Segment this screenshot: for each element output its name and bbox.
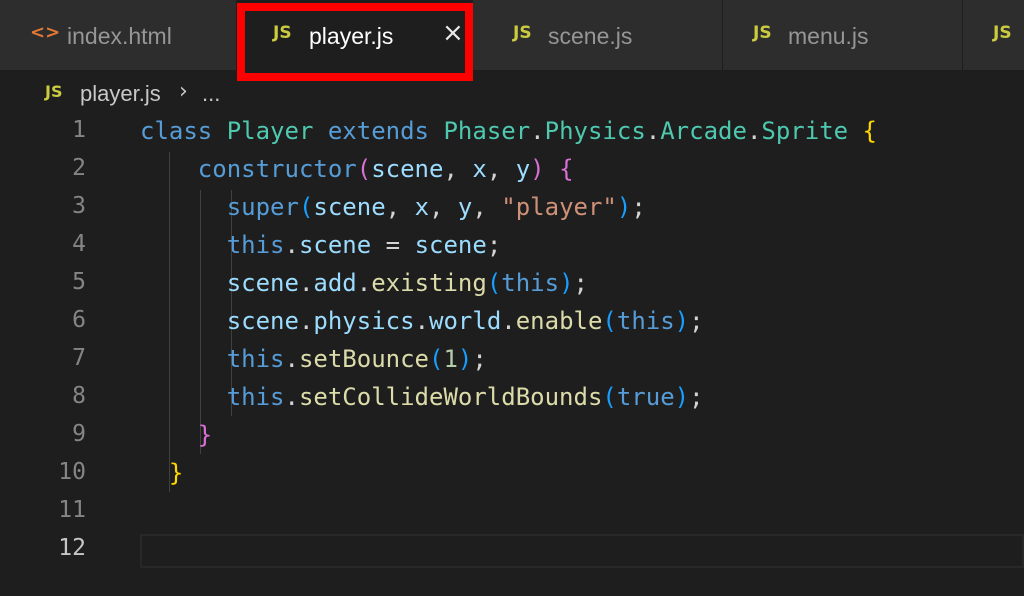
code-text: this.scene = scene; bbox=[226, 231, 502, 259]
html-file-icon: <> bbox=[30, 22, 61, 43]
line-number: 1 bbox=[72, 117, 86, 143]
line-number: 11 bbox=[58, 497, 86, 523]
code-text: scene.add.existing(this); bbox=[226, 269, 588, 297]
tab-label: scene.js bbox=[548, 23, 633, 49]
code-text: } bbox=[168, 459, 184, 487]
breadcrumb-file[interactable]: player.js bbox=[80, 81, 161, 107]
code-line: 10 } bbox=[0, 456, 1024, 494]
line-number: 9 bbox=[72, 421, 86, 447]
line-number: 3 bbox=[72, 193, 86, 219]
code-text: this.setBounce(1); bbox=[226, 345, 487, 373]
tab-label: player.js bbox=[309, 23, 394, 49]
close-icon[interactable]: × bbox=[442, 18, 464, 48]
code-line: 1 class Player extends Phaser.Physics.Ar… bbox=[0, 114, 1024, 152]
js-file-icon: JS bbox=[45, 82, 63, 101]
code-editor: <> index.html JS player.js × JS scene.js… bbox=[0, 0, 1024, 596]
code-line: 11 bbox=[0, 494, 1024, 532]
line-number-current: 12 bbox=[58, 535, 86, 561]
breadcrumb: JS player.js › ... bbox=[0, 74, 1024, 114]
code-text: scene.physics.world.enable(this); bbox=[226, 307, 704, 335]
js-file-icon: JS bbox=[513, 23, 532, 43]
code-text: constructor(scene, x, y) { bbox=[197, 155, 574, 183]
tab-bar: <> index.html JS player.js × JS scene.js… bbox=[0, 0, 1024, 70]
line-number: 6 bbox=[72, 307, 86, 333]
line-number: 10 bbox=[58, 459, 86, 485]
breadcrumb-symbol[interactable]: ... bbox=[202, 81, 220, 107]
code-line: 9 } bbox=[0, 418, 1024, 456]
chevron-right-icon: › bbox=[179, 79, 188, 104]
code-line: 2 constructor(scene, x, y) { bbox=[0, 152, 1024, 190]
code-line: 6 scene.physics.world.enable(this); bbox=[0, 304, 1024, 342]
line-number: 8 bbox=[72, 383, 86, 409]
line-number: 5 bbox=[72, 269, 86, 295]
js-file-icon: JS bbox=[753, 23, 772, 43]
tab-index-html[interactable]: <> index.html bbox=[0, 0, 237, 70]
line-number: 4 bbox=[72, 231, 86, 257]
code-line-current: 12 bbox=[0, 532, 1024, 570]
code-line: 7 this.setBounce(1); bbox=[0, 342, 1024, 380]
tab-overflow[interactable]: JS bbox=[963, 0, 1024, 70]
tab-label: index.html bbox=[67, 23, 172, 49]
line-number: 7 bbox=[72, 345, 86, 371]
code-text: class Player extends Phaser.Physics.Arca… bbox=[140, 117, 877, 145]
code-line: 3 super(scene, x, y, "player"); bbox=[0, 190, 1024, 228]
tab-label: menu.js bbox=[788, 23, 869, 49]
code-text: } bbox=[197, 421, 213, 449]
tab-menu-js[interactable]: JS menu.js bbox=[723, 0, 963, 70]
js-file-icon: JS bbox=[273, 23, 292, 43]
tab-player-js[interactable]: JS player.js × bbox=[237, 0, 473, 70]
code-text: this.setCollideWorldBounds(true); bbox=[226, 383, 704, 411]
code-line: 5 scene.add.existing(this); bbox=[0, 266, 1024, 304]
tab-scene-js[interactable]: JS scene.js bbox=[473, 0, 723, 70]
js-file-icon: JS bbox=[993, 23, 1012, 43]
line-number: 2 bbox=[72, 155, 86, 181]
code-line: 8 this.setCollideWorldBounds(true); bbox=[0, 380, 1024, 418]
code-area[interactable]: 1 class Player extends Phaser.Physics.Ar… bbox=[0, 114, 1024, 596]
code-text: super(scene, x, y, "player"); bbox=[226, 193, 646, 221]
code-line: 4 this.scene = scene; bbox=[0, 228, 1024, 266]
